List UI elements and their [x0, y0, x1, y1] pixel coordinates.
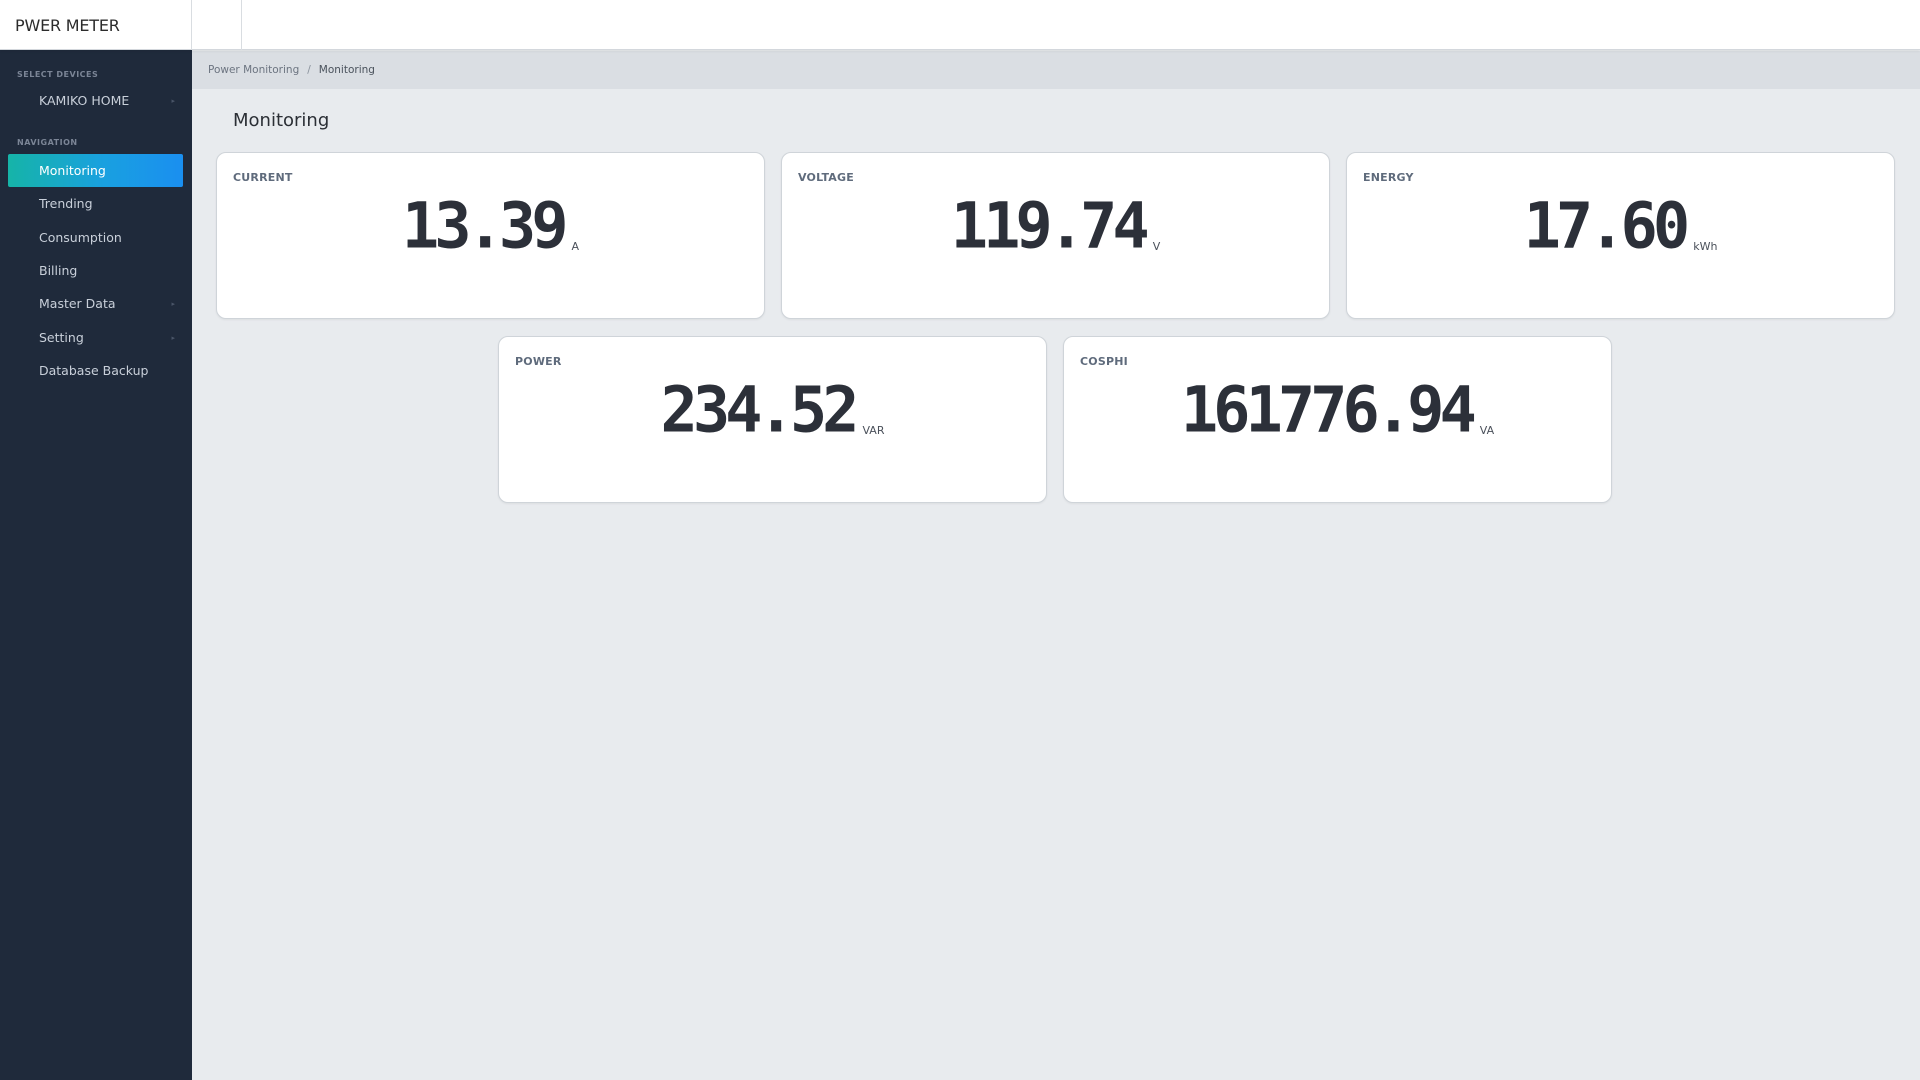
sidebar-item-label: Trending	[39, 196, 93, 211]
device-select-label: KAMIKO HOME	[39, 93, 130, 108]
navigation-heading: NAVIGATION	[17, 138, 78, 147]
card-value-row: 119.74 V	[782, 188, 1329, 263]
breadcrumb-separator: /	[307, 64, 311, 76]
sidebar-item-consumption[interactable]: Consumption	[8, 221, 183, 254]
card-label: CURRENT	[233, 171, 293, 184]
chevron-right-icon: ▸	[171, 333, 175, 342]
app-brand[interactable]: PWER METER	[0, 0, 192, 50]
select-devices-heading: SELECT DEVICES	[17, 70, 99, 79]
energy-value: 17.60	[1523, 188, 1691, 263]
sidebar: SELECT DEVICES KAMIKO HOME ▸ NAVIGATION …	[0, 50, 192, 1080]
power-value: 234.52	[660, 372, 860, 447]
voltage-card: VOLTAGE 119.74 V	[781, 152, 1330, 319]
voltage-unit: V	[1152, 240, 1161, 253]
sidebar-item-database-backup[interactable]: Database Backup	[8, 354, 183, 387]
sidebar-item-setting[interactable]: Setting ▸	[8, 321, 183, 354]
cosphi-unit: VA	[1479, 424, 1495, 437]
sidebar-item-label: Billing	[39, 263, 78, 278]
card-value-row: 13.39 A	[217, 188, 764, 263]
energy-unit: kWh	[1693, 240, 1718, 253]
breadcrumb-current: Monitoring	[318, 64, 375, 76]
breadcrumb: Power Monitoring / Monitoring	[192, 51, 1920, 89]
current-unit: A	[571, 240, 580, 253]
top-bar: PWER METER	[0, 0, 1920, 50]
card-label: COSPHI	[1080, 355, 1128, 368]
topbar-divider	[241, 0, 242, 50]
sidebar-item-label: Master Data	[39, 296, 116, 311]
sidebar-item-trending[interactable]: Trending	[8, 187, 183, 220]
sidebar-item-label: Database Backup	[39, 363, 149, 378]
card-value-row: 161776.94 VA	[1064, 372, 1611, 447]
card-value-row: 234.52 VAR	[499, 372, 1046, 447]
chevron-right-icon: ▸	[171, 96, 175, 105]
card-label: POWER	[515, 355, 562, 368]
energy-card: ENERGY 17.60 kWh	[1346, 152, 1895, 319]
breadcrumb-root-link[interactable]: Power Monitoring	[208, 64, 299, 76]
sidebar-item-billing[interactable]: Billing	[8, 254, 183, 287]
cosphi-value: 161776.94	[1180, 372, 1477, 447]
card-label: ENERGY	[1363, 171, 1414, 184]
current-value: 13.39	[401, 188, 569, 263]
power-card: POWER 234.52 VAR	[498, 336, 1047, 503]
sidebar-item-monitoring[interactable]: Monitoring	[8, 154, 183, 187]
sidebar-item-master-data[interactable]: Master Data ▸	[8, 287, 183, 320]
voltage-value: 119.74	[950, 188, 1150, 263]
sidebar-item-label: Setting	[39, 330, 84, 345]
sidebar-item-label: Consumption	[39, 230, 122, 245]
card-label: VOLTAGE	[798, 171, 854, 184]
sidebar-item-label: Monitoring	[39, 163, 106, 178]
page-title: Monitoring	[233, 110, 330, 131]
device-select-kamiko-home[interactable]: KAMIKO HOME ▸	[8, 84, 183, 117]
current-card: CURRENT 13.39 A	[216, 152, 765, 319]
card-value-row: 17.60 kWh	[1347, 188, 1894, 263]
power-unit: VAR	[862, 424, 885, 437]
cosphi-card: COSPHI 161776.94 VA	[1063, 336, 1612, 503]
chevron-right-icon: ▸	[171, 299, 175, 308]
